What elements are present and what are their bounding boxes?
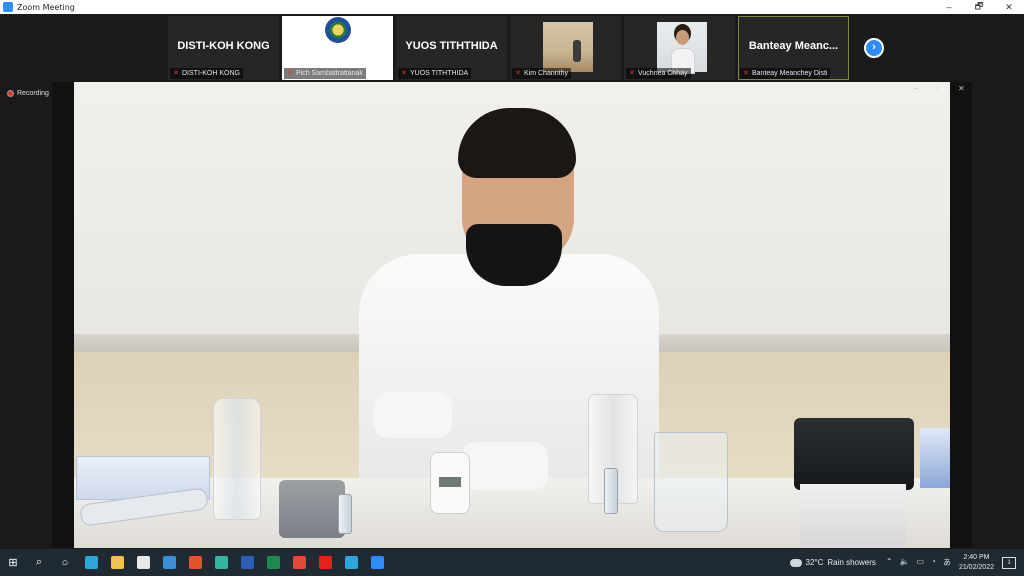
participant-label: ✕ Vuchnea Chhay [626, 68, 691, 79]
chrome-taskbar-icon[interactable] [286, 549, 312, 576]
close-button[interactable]: ✕ [994, 0, 1024, 14]
window-title: Zoom Meeting [17, 2, 75, 12]
weather-condition: Rain showers [827, 558, 876, 567]
glass-beaker [654, 432, 728, 532]
participant-video-thumbnail [657, 22, 707, 74]
edge-taskbar-icon[interactable] [78, 549, 104, 576]
main-video-panel: – ▫ ✕ [52, 82, 972, 548]
clock-date: 21/02/2022 [958, 563, 994, 571]
zoom-taskbar-icon[interactable] [364, 549, 390, 576]
participant-display-name: DISTI-KOH KONG [177, 40, 270, 52]
edge-icon [84, 556, 98, 569]
participant-display-name: YUOS TITHTHIDA [405, 40, 498, 52]
show-hidden-icons-icon[interactable]: ⌃ [886, 557, 893, 568]
participant-label: ✕ Banteay Meanchey Disti [740, 68, 831, 79]
excel-icon [266, 556, 280, 569]
youtube-taskbar-icon[interactable] [312, 549, 338, 576]
meeting-stage: DISTI-KOH KONG ✕ DISTI-KOH KONG ✕ Pich Sam… [0, 14, 1024, 549]
muted-mic-icon: ✕ [401, 69, 407, 77]
participant-tile-active-speaker[interactable]: Banteay Meanc... ✕ Banteay Meanchey Disti [738, 16, 849, 80]
battery-icon[interactable]: ▭ [917, 557, 925, 568]
office-icon [188, 556, 202, 569]
participant-display-name: Banteay Meanc... [748, 40, 839, 52]
store-icon [136, 556, 150, 569]
right-glove [462, 442, 548, 490]
minimize-button[interactable]: – [934, 0, 964, 14]
office-taskbar-icon[interactable] [182, 549, 208, 576]
network-icon[interactable]: ◔ [931, 557, 936, 568]
file-explorer-icon [110, 556, 124, 569]
muted-mic-icon: ✕ [743, 69, 749, 77]
telegram-icon [344, 556, 358, 569]
photometer-device [430, 452, 470, 514]
participant-label: ✕ Pich Sambattrattanak [284, 68, 366, 79]
system-tray: 32°C Rain showers ⌃ 🔈 ▭ ◔ あ 2:40 PM 21/0… [789, 549, 1024, 576]
zoom-app-icon [3, 2, 13, 12]
cloud-rain-icon [789, 558, 802, 567]
task-view-icon[interactable]: ○ [52, 549, 78, 576]
gray-case [279, 480, 345, 538]
mail-taskbar-icon[interactable] [156, 549, 182, 576]
word-taskbar-icon[interactable] [234, 549, 260, 576]
store-taskbar-icon[interactable] [130, 549, 156, 576]
volume-icon[interactable]: 🔈 [900, 557, 910, 568]
video-restore-button[interactable]: ▫ [935, 84, 938, 93]
telegram-taskbar-icon[interactable] [338, 549, 364, 576]
organization-logo [325, 17, 351, 43]
blue-box [920, 428, 950, 488]
speaker-video [74, 82, 950, 548]
input-language-icon[interactable]: あ [943, 557, 951, 568]
next-page-button[interactable]: › [864, 38, 884, 58]
clock-time: 2:40 PM [963, 553, 990, 561]
sample-vial [338, 494, 352, 534]
black-case [794, 418, 914, 490]
file-explorer-taskbar-icon[interactable] [104, 549, 130, 576]
search-icon[interactable]: ⌕ [26, 549, 52, 576]
participant-video-thumbnail [543, 22, 593, 72]
record-dot-icon [7, 90, 14, 97]
maximize-button[interactable]: 🗗 [964, 0, 994, 14]
word-icon [240, 556, 254, 569]
weather-temp: 32°C [805, 558, 824, 567]
sample-vial [604, 468, 618, 514]
muted-mic-icon: ✕ [629, 69, 635, 77]
excel-taskbar-icon[interactable] [260, 549, 286, 576]
participant-tile[interactable]: ✕ Kim Channthy [510, 16, 621, 80]
participant-tile[interactable]: DISTI-KOH KONG ✕ DISTI-KOH KONG [168, 16, 279, 80]
windows-taskbar: ⊞ ⌕ ○ 32°C Rain showers ⌃ 🔈 ▭ ◔ あ 2:40 P… [0, 549, 1024, 576]
recording-indicator[interactable]: Recording [7, 90, 49, 97]
video-close-button[interactable]: ✕ [958, 84, 965, 93]
participant-label: ✕ Kim Channthy [512, 68, 571, 79]
muted-mic-icon: ✕ [287, 69, 293, 77]
chrome-icon [292, 556, 306, 569]
windows-start-icon[interactable]: ⊞ [0, 549, 26, 576]
case-stand [800, 484, 906, 546]
video-minimize-button[interactable]: – [914, 84, 918, 93]
taskbar-clock[interactable]: 2:40 PM 21/02/2022 [959, 553, 994, 573]
youtube-icon [318, 556, 332, 569]
system-icons: ⌃ 🔈 ▭ ◔ あ [886, 557, 951, 568]
water-bottle [213, 398, 261, 520]
notification-center-icon[interactable]: 1 [1002, 556, 1016, 569]
title-bar: Zoom Meeting [0, 0, 1024, 14]
weather-widget[interactable]: 32°C Rain showers [789, 558, 876, 567]
participant-strip: DISTI-KOH KONG ✕ DISTI-KOH KONG ✕ Pich Sam… [168, 16, 849, 82]
recording-label: Recording [17, 90, 49, 97]
snip-icon [214, 556, 228, 569]
muted-mic-icon: ✕ [515, 69, 521, 77]
participant-tile[interactable]: YUOS TITHTHIDA ✕ YUOS TITHTHIDA [396, 16, 507, 80]
mail-icon [162, 556, 176, 569]
presenter-mask [466, 224, 562, 286]
left-glove [374, 392, 452, 438]
participant-label: ✕ DISTI-KOH KONG [170, 68, 243, 79]
zoom-icon [370, 556, 384, 569]
participant-label: ✕ YUOS TITHTHIDA [398, 68, 472, 79]
participant-tile[interactable]: ✕ Vuchnea Chhay [624, 16, 735, 80]
participant-tile[interactable]: ✕ Pich Sambattrattanak [282, 16, 393, 80]
snip-taskbar-icon[interactable] [208, 549, 234, 576]
muted-mic-icon: ✕ [173, 69, 179, 77]
